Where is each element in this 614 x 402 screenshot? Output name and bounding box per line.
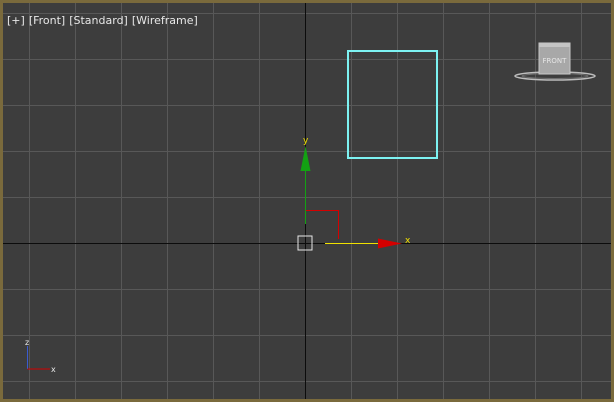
gizmo-x-label: x xyxy=(405,236,411,246)
view-cube-face-label: FRONT xyxy=(543,57,568,65)
gizmo-y-label: y xyxy=(303,136,309,146)
gizmo-xy-plane-handle[interactable] xyxy=(305,210,339,240)
selected-plane-object[interactable] xyxy=(347,50,438,159)
grid xyxy=(3,3,611,399)
viewport-display-menu[interactable]: [Wireframe] xyxy=(132,14,198,28)
viewport-general-menu[interactable]: [+] xyxy=(7,14,25,28)
view-cube-top-edge xyxy=(539,43,570,47)
gizmo-y-arrow[interactable] xyxy=(300,146,311,171)
tripod-x-label: x xyxy=(51,365,56,374)
viewport-canvas[interactable]: y x FRONT z x xyxy=(3,3,611,399)
origin-axes xyxy=(3,3,611,399)
tripod-z-label: z xyxy=(25,338,29,347)
viewport-shading-menu[interactable]: [Standard] xyxy=(69,14,128,28)
view-cube[interactable]: FRONT xyxy=(514,42,596,81)
move-gizmo[interactable]: y x xyxy=(297,136,411,251)
viewport-point-of-view-menu[interactable]: [Front] xyxy=(29,14,65,28)
gizmo-x-arrow[interactable] xyxy=(378,238,402,249)
viewport-label-menu: [+] [Front] [Standard] [Wireframe] xyxy=(7,14,198,28)
front-viewport[interactable]: y x FRONT z x [+] [Front] [Standard] [Wi… xyxy=(0,0,614,402)
